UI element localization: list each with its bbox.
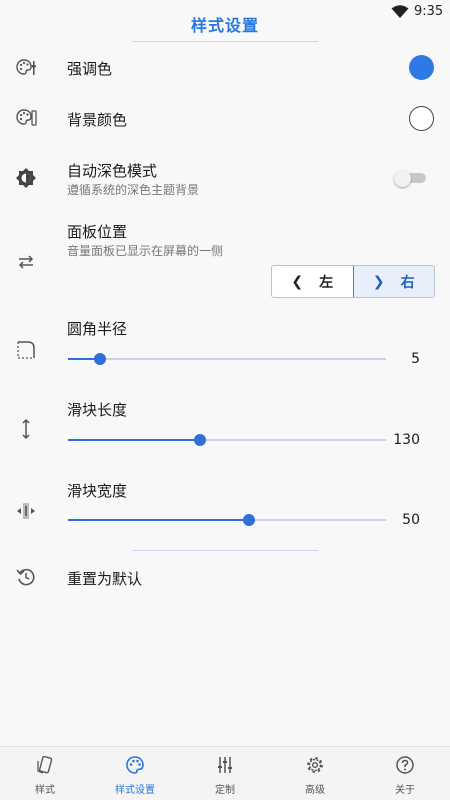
- gear-icon: [307, 757, 323, 773]
- dark-mode-toggle[interactable]: [394, 170, 426, 187]
- rounded-corner-icon: [17, 341, 35, 359]
- slider-fill: [68, 519, 250, 521]
- vertical-resize-icon: [22, 418, 30, 440]
- slider-knob[interactable]: [243, 514, 256, 526]
- palette-icon: [16, 59, 36, 75]
- background-color-swatch[interactable]: [409, 106, 434, 131]
- slider-width-slider[interactable]: [68, 513, 386, 527]
- panel-position-label: 面板位置: [67, 223, 128, 241]
- swap-horizontal-icon: [18, 255, 34, 269]
- accent-color-swatch[interactable]: [409, 55, 434, 80]
- corner-radius-value: 5: [411, 351, 420, 367]
- nav-item-advanced[interactable]: 高级: [270, 747, 360, 800]
- position-right-label: 右: [400, 274, 415, 291]
- panel-position-subtitle: 音量面板已显示在屏幕的一侧: [67, 244, 224, 258]
- nav-label: 高级: [305, 785, 325, 796]
- help-icon: [396, 756, 414, 774]
- slider-rail: [68, 358, 386, 360]
- nav-label: 样式设置: [115, 785, 155, 796]
- sliders-icon: [218, 757, 232, 773]
- nav-label: 定制: [215, 785, 235, 796]
- slider-knob[interactable]: [93, 353, 106, 365]
- toggle-thumb: [394, 170, 411, 187]
- panel-position-selector: ❮ 左 ❯ 右: [271, 265, 435, 298]
- palette-icon: [126, 756, 144, 774]
- slider-length-value: 130: [393, 432, 420, 448]
- position-left-button[interactable]: ❮ 左: [272, 266, 353, 297]
- horizontal-resize-icon: [17, 503, 35, 519]
- nav-label: 样式: [35, 785, 55, 796]
- corner-radius-slider[interactable]: [68, 352, 386, 366]
- slider-length-slider[interactable]: [68, 433, 386, 447]
- dark-mode-label: 自动深色模式: [67, 162, 158, 180]
- nav-item-about[interactable]: 关于: [360, 747, 450, 800]
- nav-item-style-settings[interactable]: 样式设置: [90, 747, 180, 800]
- chevron-right-icon: ❯: [372, 273, 385, 290]
- reset-icon: [16, 568, 35, 586]
- slider-width-label: 滑块宽度: [67, 482, 128, 500]
- slider-width-value: 50: [402, 512, 420, 528]
- nav-label: 关于: [395, 785, 415, 796]
- nav-item-customize[interactable]: 定制: [180, 747, 270, 800]
- accent-color-label: 强调色: [67, 60, 113, 78]
- slider-length-label: 滑块长度: [67, 401, 128, 419]
- bottom-navigation: 样式 样式设置 定制 高级 关于: [0, 746, 450, 800]
- phone-style-icon: [37, 755, 53, 774]
- brightness-icon: [16, 168, 36, 188]
- reset-button[interactable]: 重置为默认: [67, 568, 142, 589]
- position-right-button[interactable]: ❯ 右: [352, 266, 434, 297]
- page-title: 样式设置: [190, 16, 259, 35]
- divider: [132, 550, 318, 551]
- corner-radius-label: 圆角半径: [67, 320, 128, 338]
- position-left-label: 左: [319, 274, 334, 291]
- background-color-label: 背景颜色: [67, 111, 128, 129]
- slider-knob[interactable]: [193, 434, 206, 446]
- dark-mode-subtitle: 遵循系统的深色主题背景: [67, 183, 200, 197]
- slider-fill: [68, 439, 200, 441]
- chevron-left-icon: ❮: [291, 273, 304, 290]
- divider: [132, 41, 318, 42]
- palette-icon: [16, 109, 37, 126]
- nav-item-style[interactable]: 样式: [0, 747, 90, 800]
